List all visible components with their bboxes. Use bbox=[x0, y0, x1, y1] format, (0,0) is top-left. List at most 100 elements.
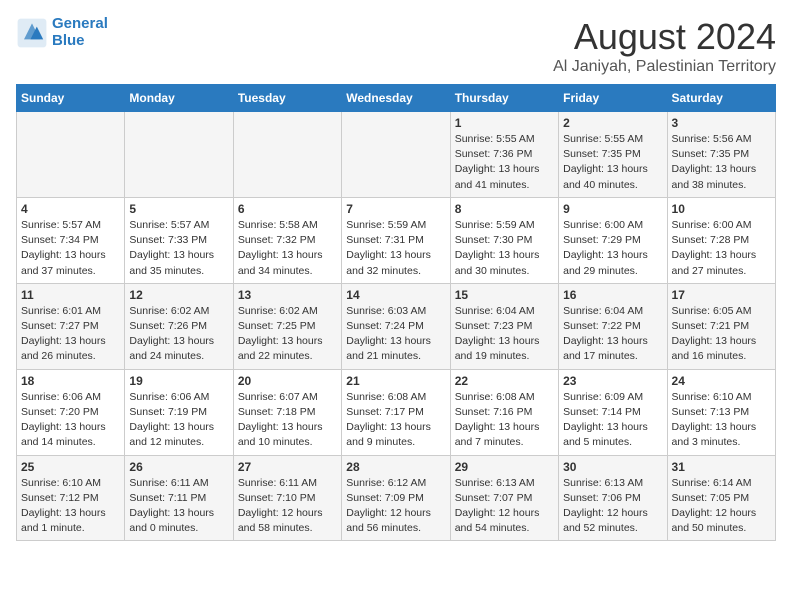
calendar-table: SundayMondayTuesdayWednesdayThursdayFrid… bbox=[16, 84, 776, 541]
day-number: 7 bbox=[346, 202, 445, 216]
week-row-4: 18Sunrise: 6:06 AMSunset: 7:20 PMDayligh… bbox=[17, 369, 776, 455]
calendar-cell: 24Sunrise: 6:10 AMSunset: 7:13 PMDayligh… bbox=[667, 369, 775, 455]
title-area: August 2024 Al Janiyah, Palestinian Terr… bbox=[553, 16, 776, 76]
day-number: 27 bbox=[238, 460, 337, 474]
calendar-cell: 14 Sunrise: 6:03 AMSunset: 7:24 PMDayligh… bbox=[342, 283, 450, 369]
week-row-5: 25 Sunrise: 6:10 AMSunset: 7:12 PMDayligh… bbox=[17, 455, 776, 541]
calendar-cell bbox=[17, 112, 125, 198]
cell-content: Sunrise: 6:11 AMSunset: 7:11 PMDaylight:… bbox=[129, 476, 228, 537]
header-cell-sunday: Sunday bbox=[17, 85, 125, 112]
day-number: 28 bbox=[346, 460, 445, 474]
day-number: 30 bbox=[563, 460, 662, 474]
day-number: 21 bbox=[346, 374, 445, 388]
cell-content: Sunrise: 5:55 AMSunset: 7:35 PMDaylight:… bbox=[563, 132, 662, 193]
sub-title: Al Janiyah, Palestinian Territory bbox=[553, 58, 776, 76]
calendar-cell: 19Sunrise: 6:06 AMSunset: 7:19 PMDayligh… bbox=[125, 369, 233, 455]
day-number: 6 bbox=[238, 202, 337, 216]
day-number: 29 bbox=[455, 460, 554, 474]
calendar-cell: 5Sunrise: 5:57 AMSunset: 7:33 PMDaylight… bbox=[125, 197, 233, 283]
logo-text: General Blue bbox=[52, 16, 108, 49]
calendar-cell: 30 Sunrise: 6:13 AMSunset: 7:06 PMDayligh… bbox=[559, 455, 667, 541]
logo: General Blue bbox=[16, 16, 108, 49]
calendar-cell: 13 Sunrise: 6:02 AMSunset: 7:25 PMDayligh… bbox=[233, 283, 341, 369]
calendar-cell: 16 Sunrise: 6:04 AMSunset: 7:22 PMDayligh… bbox=[559, 283, 667, 369]
day-number: 4 bbox=[21, 202, 120, 216]
cell-content: Sunrise: 6:04 AMSunset: 7:22 PMDaylight:… bbox=[563, 304, 662, 365]
day-number: 10 bbox=[672, 202, 771, 216]
calendar-cell: 28 Sunrise: 6:12 AMSunset: 7:09 PMDayligh… bbox=[342, 455, 450, 541]
day-number: 14 bbox=[346, 288, 445, 302]
cell-content: Sunrise: 5:55 AMSunset: 7:36 PMDaylight:… bbox=[455, 132, 554, 193]
calendar-body: 1 Sunrise: 5:55 AMSunset: 7:36 PMDaylight… bbox=[17, 112, 776, 541]
header-cell-wednesday: Wednesday bbox=[342, 85, 450, 112]
calendar-cell: 10 Sunrise: 6:00 AMSunset: 7:28 PMDayligh… bbox=[667, 197, 775, 283]
week-row-3: 11 Sunrise: 6:01 AMSunset: 7:27 PMDayligh… bbox=[17, 283, 776, 369]
cell-content: Sunrise: 6:08 AMSunset: 7:16 PMDaylight:… bbox=[455, 390, 554, 451]
cell-content: Sunrise: 6:00 AMSunset: 7:29 PMDaylight:… bbox=[563, 218, 662, 279]
calendar-cell: 18Sunrise: 6:06 AMSunset: 7:20 PMDayligh… bbox=[17, 369, 125, 455]
cell-content: Sunrise: 6:03 AMSunset: 7:24 PMDaylight:… bbox=[346, 304, 445, 365]
calendar-cell: 6 Sunrise: 5:58 AMSunset: 7:32 PMDaylight… bbox=[233, 197, 341, 283]
header-cell-friday: Friday bbox=[559, 85, 667, 112]
calendar-cell: 4 Sunrise: 5:57 AMSunset: 7:34 PMDaylight… bbox=[17, 197, 125, 283]
cell-content: Sunrise: 6:04 AMSunset: 7:23 PMDaylight:… bbox=[455, 304, 554, 365]
day-number: 23 bbox=[563, 374, 662, 388]
cell-content: Sunrise: 6:13 AMSunset: 7:06 PMDaylight:… bbox=[563, 476, 662, 537]
cell-content: Sunrise: 6:10 AMSunset: 7:12 PMDaylight:… bbox=[21, 476, 120, 537]
day-number: 13 bbox=[238, 288, 337, 302]
calendar-cell: 31Sunrise: 6:14 AMSunset: 7:05 PMDayligh… bbox=[667, 455, 775, 541]
day-number: 16 bbox=[563, 288, 662, 302]
main-title: August 2024 bbox=[553, 16, 776, 58]
cell-content: Sunrise: 6:02 AMSunset: 7:26 PMDaylight:… bbox=[129, 304, 228, 365]
cell-content: Sunrise: 6:10 AMSunset: 7:13 PMDaylight:… bbox=[672, 390, 771, 451]
cell-content: Sunrise: 6:13 AMSunset: 7:07 PMDaylight:… bbox=[455, 476, 554, 537]
day-number: 15 bbox=[455, 288, 554, 302]
day-number: 25 bbox=[21, 460, 120, 474]
calendar-cell: 9Sunrise: 6:00 AMSunset: 7:29 PMDaylight… bbox=[559, 197, 667, 283]
calendar-cell: 8Sunrise: 5:59 AMSunset: 7:30 PMDaylight… bbox=[450, 197, 558, 283]
day-number: 11 bbox=[21, 288, 120, 302]
cell-content: Sunrise: 6:09 AMSunset: 7:14 PMDaylight:… bbox=[563, 390, 662, 451]
day-number: 2 bbox=[563, 116, 662, 130]
calendar-cell: 1 Sunrise: 5:55 AMSunset: 7:36 PMDaylight… bbox=[450, 112, 558, 198]
cell-content: Sunrise: 6:07 AMSunset: 7:18 PMDaylight:… bbox=[238, 390, 337, 451]
day-number: 20 bbox=[238, 374, 337, 388]
week-row-1: 1 Sunrise: 5:55 AMSunset: 7:36 PMDaylight… bbox=[17, 112, 776, 198]
cell-content: Sunrise: 6:00 AMSunset: 7:28 PMDaylight:… bbox=[672, 218, 771, 279]
cell-content: Sunrise: 5:57 AMSunset: 7:34 PMDaylight:… bbox=[21, 218, 120, 279]
calendar-cell bbox=[233, 112, 341, 198]
cell-content: Sunrise: 6:11 AMSunset: 7:10 PMDaylight:… bbox=[238, 476, 337, 537]
cell-content: Sunrise: 6:01 AMSunset: 7:27 PMDaylight:… bbox=[21, 304, 120, 365]
header-cell-monday: Monday bbox=[125, 85, 233, 112]
calendar-cell bbox=[342, 112, 450, 198]
cell-content: Sunrise: 6:14 AMSunset: 7:05 PMDaylight:… bbox=[672, 476, 771, 537]
calendar-cell: 17 Sunrise: 6:05 AMSunset: 7:21 PMDayligh… bbox=[667, 283, 775, 369]
day-number: 17 bbox=[672, 288, 771, 302]
calendar-cell: 3Sunrise: 5:56 AMSunset: 7:35 PMDaylight… bbox=[667, 112, 775, 198]
cell-content: Sunrise: 6:08 AMSunset: 7:17 PMDaylight:… bbox=[346, 390, 445, 451]
header-cell-tuesday: Tuesday bbox=[233, 85, 341, 112]
cell-content: Sunrise: 6:06 AMSunset: 7:19 PMDaylight:… bbox=[129, 390, 228, 451]
calendar-cell: 12 Sunrise: 6:02 AMSunset: 7:26 PMDayligh… bbox=[125, 283, 233, 369]
cell-content: Sunrise: 6:06 AMSunset: 7:20 PMDaylight:… bbox=[21, 390, 120, 451]
cell-content: Sunrise: 6:12 AMSunset: 7:09 PMDaylight:… bbox=[346, 476, 445, 537]
day-number: 12 bbox=[129, 288, 228, 302]
calendar-cell: 29 Sunrise: 6:13 AMSunset: 7:07 PMDayligh… bbox=[450, 455, 558, 541]
calendar-cell: 20 Sunrise: 6:07 AMSunset: 7:18 PMDayligh… bbox=[233, 369, 341, 455]
day-number: 5 bbox=[129, 202, 228, 216]
cell-content: Sunrise: 5:58 AMSunset: 7:32 PMDaylight:… bbox=[238, 218, 337, 279]
logo-icon bbox=[16, 17, 48, 49]
calendar-cell: 21 Sunrise: 6:08 AMSunset: 7:17 PMDayligh… bbox=[342, 369, 450, 455]
cell-content: Sunrise: 6:05 AMSunset: 7:21 PMDaylight:… bbox=[672, 304, 771, 365]
day-number: 1 bbox=[455, 116, 554, 130]
day-number: 3 bbox=[672, 116, 771, 130]
day-number: 8 bbox=[455, 202, 554, 216]
header-row: SundayMondayTuesdayWednesdayThursdayFrid… bbox=[17, 85, 776, 112]
calendar-cell: 27 Sunrise: 6:11 AMSunset: 7:10 PMDayligh… bbox=[233, 455, 341, 541]
cell-content: Sunrise: 5:59 AMSunset: 7:31 PMDaylight:… bbox=[346, 218, 445, 279]
day-number: 22 bbox=[455, 374, 554, 388]
calendar-cell: 22 Sunrise: 6:08 AMSunset: 7:16 PMDayligh… bbox=[450, 369, 558, 455]
cell-content: Sunrise: 6:02 AMSunset: 7:25 PMDaylight:… bbox=[238, 304, 337, 365]
calendar-cell: 2 Sunrise: 5:55 AMSunset: 7:35 PMDaylight… bbox=[559, 112, 667, 198]
page-header: General Blue August 2024 Al Janiyah, Pal… bbox=[16, 16, 776, 76]
